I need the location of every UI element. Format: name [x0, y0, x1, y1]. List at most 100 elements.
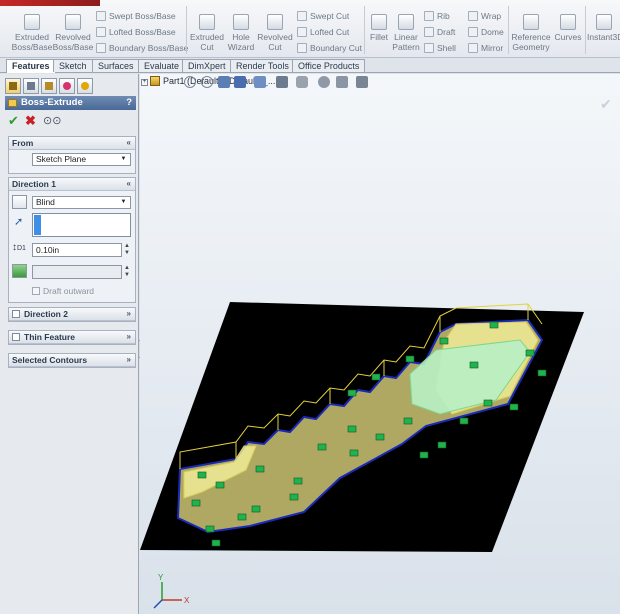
relation-marker: [197, 471, 207, 479]
app-title-strip: [0, 0, 100, 6]
tab-sketch[interactable]: Sketch: [53, 59, 93, 72]
mirror-button[interactable]: Mirror: [468, 43, 503, 53]
extruded-boss-button[interactable]: Extruded Boss/Base: [10, 14, 54, 52]
collapse-chevron-icon[interactable]: «: [127, 137, 131, 149]
relation-marker: [211, 539, 221, 547]
tab-dimxpert[interactable]: DimXpert: [182, 59, 232, 72]
depth-spinner[interactable]: ▲ ▼: [123, 243, 131, 257]
relation-marker: [205, 525, 215, 533]
command-manager-ribbon: Extruded Boss/Base Revolved Boss/Base Sw…: [0, 0, 620, 58]
from-select[interactable]: Sketch Plane ▼: [32, 153, 131, 166]
property-manager-tab[interactable]: [23, 78, 39, 94]
instant3d-button[interactable]: Instant3D: [587, 14, 620, 42]
property-manager-title: Boss-Extrude: [21, 97, 83, 108]
draft-on-off-icon[interactable]: [12, 264, 27, 278]
selected-contours-group-header[interactable]: Selected Contours »: [9, 354, 135, 367]
relation-marker: [349, 449, 359, 457]
property-list-icon: [27, 82, 35, 90]
swept-boss-button[interactable]: Swept Boss/Base: [96, 11, 176, 21]
direction1-group-header[interactable]: Direction 1 «: [9, 178, 135, 191]
tab-render-tools[interactable]: Render Tools: [230, 59, 295, 72]
end-condition-value: Blind: [36, 197, 55, 207]
linear-pattern-button[interactable]: Linear Pattern: [390, 14, 422, 52]
dimxpert-manager-tab[interactable]: [59, 78, 75, 94]
direction-arrow-icon: ➚: [14, 216, 24, 228]
expand-chevron-icon[interactable]: »: [127, 354, 131, 366]
wrap-button[interactable]: Wrap: [468, 11, 501, 21]
collapse-chevron-icon[interactable]: «: [127, 178, 131, 190]
tab-surfaces[interactable]: Surfaces: [92, 59, 140, 72]
tab-office-products[interactable]: Office Products: [292, 59, 366, 72]
detailed-preview-glasses-icon[interactable]: ⊙⊙: [43, 114, 61, 128]
wrap-icon: [468, 11, 478, 21]
relation-marker: [347, 425, 357, 433]
relation-marker: [403, 417, 413, 425]
help-button[interactable]: ?: [126, 96, 132, 110]
configuration-manager-tab[interactable]: [41, 78, 57, 94]
relation-marker: [289, 493, 299, 501]
draft-button[interactable]: Draft: [424, 27, 455, 37]
mirror-label: Mirror: [481, 43, 504, 53]
revolved-boss-button[interactable]: Revolved Boss/Base: [52, 14, 94, 52]
expand-chevron-icon[interactable]: »: [127, 308, 131, 320]
shell-button[interactable]: Shell: [424, 43, 456, 53]
cancel-x-icon[interactable]: ✖: [25, 114, 36, 128]
direction1-group: Direction 1 « Blind ▼ ➚ ↕D1 0.10in ▲ ▼ ▲ ▼…: [8, 177, 136, 303]
ok-checkmark-icon[interactable]: ✔: [8, 114, 19, 128]
from-group-header[interactable]: From «: [9, 137, 135, 150]
dome-button[interactable]: Dome: [468, 27, 504, 37]
crosshair-icon: [63, 82, 71, 90]
display-manager-tab[interactable]: [77, 78, 93, 94]
rib-button[interactable]: Rib: [424, 11, 450, 21]
reverse-direction-icon[interactable]: [12, 195, 27, 209]
swept-boss-icon: [96, 11, 106, 21]
configuration-icon: [45, 82, 53, 90]
feature-manager-tab[interactable]: [5, 78, 21, 94]
relation-marker: [215, 481, 225, 489]
relation-marker: [255, 465, 265, 473]
curves-button[interactable]: Curves: [553, 14, 583, 42]
chevron-down-icon: ▼: [120, 199, 127, 205]
fillet-button[interactable]: Fillet: [366, 14, 392, 42]
swept-cut-label: Swept Cut: [310, 11, 350, 21]
revolved-cut-button[interactable]: Revolved Cut: [256, 14, 294, 52]
direction2-checkbox[interactable]: [12, 310, 20, 318]
mirror-icon: [468, 43, 478, 53]
lofted-cut-icon: [297, 27, 307, 37]
coordinate-triad: X Y: [153, 573, 190, 609]
curves-icon: [560, 14, 576, 30]
boundary-cut-label: Boundary Cut: [310, 43, 362, 53]
instant3d-label: Instant3D: [587, 32, 620, 42]
draft-angle-spinner: ▲ ▼: [124, 265, 130, 278]
boundary-cut-button[interactable]: Boundary Cut: [297, 43, 362, 53]
draft-outward-checkbox: Draft outward: [32, 286, 94, 296]
direction-of-extrusion-box[interactable]: [32, 213, 131, 237]
tab-features[interactable]: Features: [6, 59, 56, 73]
extruded-cut-button[interactable]: Extruded Cut: [188, 14, 226, 52]
thin-feature-checkbox[interactable]: [12, 333, 20, 341]
revolved-cut-label: Revolved Cut: [257, 32, 293, 52]
swept-cut-button[interactable]: Swept Cut: [297, 11, 349, 21]
depth-input[interactable]: 0.10in: [32, 243, 122, 257]
ribbon-separator: [364, 6, 365, 54]
boundary-boss-button[interactable]: Boundary Boss/Base: [96, 43, 188, 53]
from-group: From « Sketch Plane ▼: [8, 136, 136, 174]
direction2-group-header[interactable]: Direction 2 »: [9, 308, 135, 321]
tab-evaluate[interactable]: Evaluate: [138, 59, 186, 72]
lofted-boss-button[interactable]: Lofted Boss/Base: [96, 27, 176, 37]
dome-icon: [468, 27, 478, 37]
relation-marker: [405, 355, 415, 363]
end-condition-select[interactable]: Blind ▼: [32, 196, 131, 209]
triad-z-axis: [153, 599, 163, 609]
swept-cut-icon: [297, 11, 307, 21]
reference-geometry-button[interactable]: Reference Geometry: [510, 14, 552, 52]
shell-label: Shell: [437, 43, 456, 53]
expand-chevron-icon[interactable]: »: [127, 331, 131, 343]
lofted-cut-button[interactable]: Lofted Cut: [297, 27, 349, 37]
hole-wizard-button[interactable]: Hole Wizard: [225, 14, 257, 52]
thin-feature-group-header[interactable]: Thin Feature »: [9, 331, 135, 344]
relation-marker: [191, 499, 201, 507]
revolved-boss-icon: [65, 14, 81, 30]
relation-marker: [537, 369, 547, 377]
hole-wizard-label: Hole Wizard: [227, 32, 255, 52]
